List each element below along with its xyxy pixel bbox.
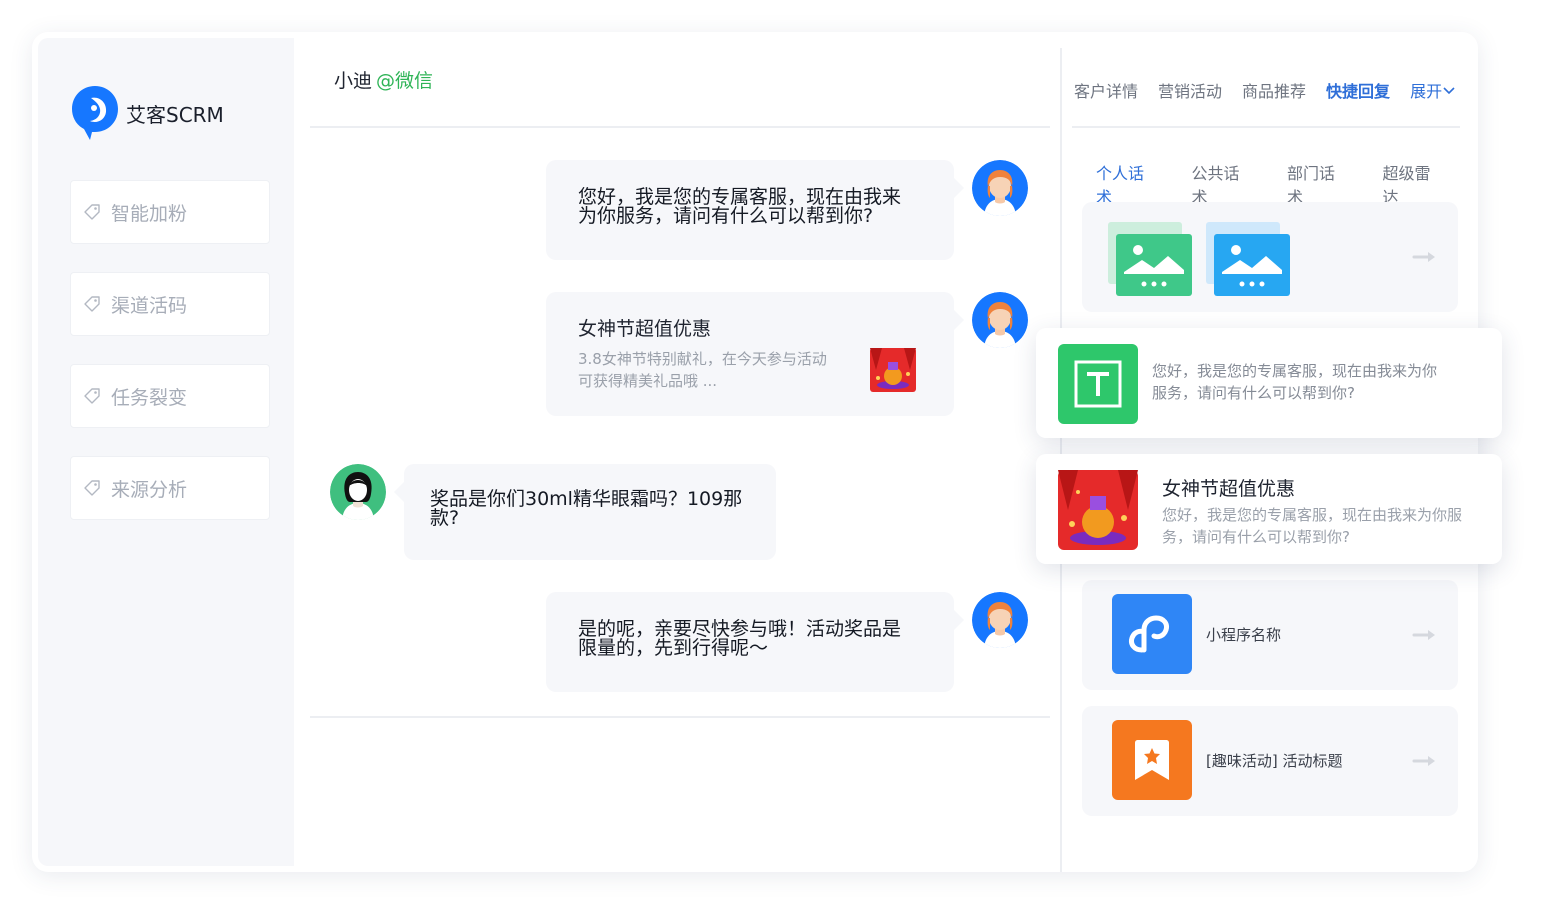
image-icon — [1108, 222, 1192, 296]
reply-card-mini-program[interactable]: 小程序名称 — [1082, 580, 1458, 690]
mini-program-icon — [1112, 594, 1192, 674]
tag-icon — [84, 480, 100, 496]
contact-name: 小迪 — [334, 70, 373, 92]
message-bubble-agent: 是的呢，亲要尽快参与哦！活动奖品是 限量的，先到行得呢～ — [546, 592, 964, 692]
subtab-department[interactable]: 部门话术 — [1287, 160, 1351, 208]
message-text-line: 奖品是你们30ml精华眼霜吗？109那 — [430, 488, 743, 510]
card-desc-line: 您好，我是您的专属客服，现在由我来为你 — [1152, 362, 1438, 380]
card-title: 女神节超值优惠 — [1162, 478, 1296, 500]
promo-thumbnail-icon — [1058, 470, 1138, 550]
tab-product-recommend[interactable]: 商品推荐 — [1242, 78, 1306, 102]
subtab-public[interactable]: 公共话术 — [1192, 160, 1256, 208]
message-bubble-agent: 您好，我是您的专属客服，现在由我来 为你服务，请问有什么可以帮到你? — [546, 160, 964, 260]
card-title: 女神节超值优惠 — [578, 318, 712, 340]
card-desc-line: 务，请问有什么可以帮到你? — [1162, 528, 1350, 546]
sidebar-item-label: 渠道活码 — [111, 294, 188, 317]
mini-program-name: 小程序名称 — [1206, 626, 1282, 644]
subtab-personal[interactable]: 个人话术 — [1096, 160, 1160, 208]
message-text-line: 限量的，先到行得呢～ — [578, 637, 769, 659]
right-panel-tabs: 客户详情 营销活动 商品推荐 快捷回复 展开 — [1074, 78, 1456, 102]
divider — [310, 126, 1050, 128]
tag-icon — [84, 296, 100, 312]
customer-avatar-icon — [330, 464, 386, 520]
agent-avatar[interactable] — [972, 592, 1028, 648]
sidebar-item-channel-qrcode[interactable]: 渠道活码 — [70, 272, 270, 336]
sidebar-item-smart-add-fans[interactable]: 智能加粉 — [70, 180, 270, 244]
sidebar-item-source-analysis[interactable]: 来源分析 — [70, 456, 270, 520]
promo-thumbnail-icon — [870, 348, 916, 392]
agent-avatar[interactable] — [972, 160, 1028, 216]
subtab-super-radar[interactable]: 超级雷达 — [1383, 160, 1447, 208]
arrow-right-icon[interactable] — [1412, 753, 1438, 769]
card-desc-line: 您好，我是您的专属客服，现在由我来为你服 — [1162, 506, 1463, 524]
agent-avatar-icon — [972, 592, 1028, 648]
image-icon — [1206, 222, 1290, 296]
sidebar: 艾客SCRM 智能加粉 渠道活码 任务裂变 来源分析 — [38, 38, 294, 866]
activity-title: [趣味活动] 活动标题 — [1206, 752, 1343, 770]
tab-quick-reply[interactable]: 快捷回复 — [1326, 78, 1390, 102]
arrow-right-icon[interactable] — [1412, 249, 1438, 265]
brand-logo-icon — [72, 86, 118, 140]
reply-card-text[interactable]: 您好，我是您的专属客服，现在由我来为你 服务，请问有什么可以帮到你? — [1036, 328, 1502, 438]
reply-card-activity[interactable]: [趣味活动] 活动标题 — [1082, 706, 1458, 816]
card-desc-line: 服务，请问有什么可以帮到你? — [1152, 384, 1355, 402]
tab-customer-details[interactable]: 客户详情 — [1074, 78, 1138, 102]
agent-avatar-icon — [972, 292, 1028, 348]
expand-label: 展开 — [1410, 82, 1443, 101]
divider — [310, 716, 1050, 718]
card-desc-line: 3.8女神节特别献礼，在今天参与活动 — [578, 350, 827, 368]
quick-reply-subtabs: 个人话术 公共话术 部门话术 超级雷达 — [1096, 160, 1478, 208]
chat-contact-header: 小迪 @微信 — [334, 66, 433, 93]
sidebar-item-task-fission[interactable]: 任务裂变 — [70, 364, 270, 428]
reply-card-promo[interactable]: 女神节超值优惠 您好，我是您的专属客服，现在由我来为你服 务，请问有什么可以帮到… — [1036, 454, 1502, 564]
brand-logo[interactable]: 艾客SCRM — [70, 84, 224, 142]
brand-name: 艾客SCRM — [126, 102, 224, 127]
card-desc-line: 可获得精美礼品哦 ... — [578, 372, 718, 390]
reply-card-images[interactable] — [1082, 202, 1458, 312]
chevron-down-icon — [1443, 87, 1455, 95]
app-window: 艾客SCRM 智能加粉 渠道活码 任务裂变 来源分析 小迪 @微信 您好，我是您的… — [32, 32, 1478, 872]
customer-avatar[interactable] — [330, 464, 386, 520]
tag-icon — [84, 388, 100, 404]
text-type-icon — [1058, 344, 1138, 424]
divider — [1072, 126, 1460, 128]
sidebar-item-label: 来源分析 — [111, 478, 188, 501]
message-text-line: 为你服务，请问有什么可以帮到你? — [578, 205, 874, 227]
bookmark-star-icon — [1112, 720, 1192, 800]
message-card-agent[interactable]: 女神节超值优惠 3.8女神节特别献礼，在今天参与活动 可获得精美礼品哦 ... — [546, 292, 964, 416]
agent-avatar-icon — [972, 160, 1028, 216]
tag-icon — [84, 204, 100, 220]
tab-marketing[interactable]: 营销活动 — [1158, 78, 1222, 102]
expand-button[interactable]: 展开 — [1410, 78, 1456, 102]
sidebar-item-label: 智能加粉 — [111, 202, 188, 225]
contact-source: @微信 — [376, 70, 434, 92]
arrow-right-icon[interactable] — [1412, 627, 1438, 643]
sidebar-item-label: 任务裂变 — [111, 386, 188, 409]
agent-avatar[interactable] — [972, 292, 1028, 348]
message-text-line: 款? — [430, 507, 460, 529]
message-bubble-customer: 奖品是你们30ml精华眼霜吗？109那 款? — [394, 464, 776, 560]
